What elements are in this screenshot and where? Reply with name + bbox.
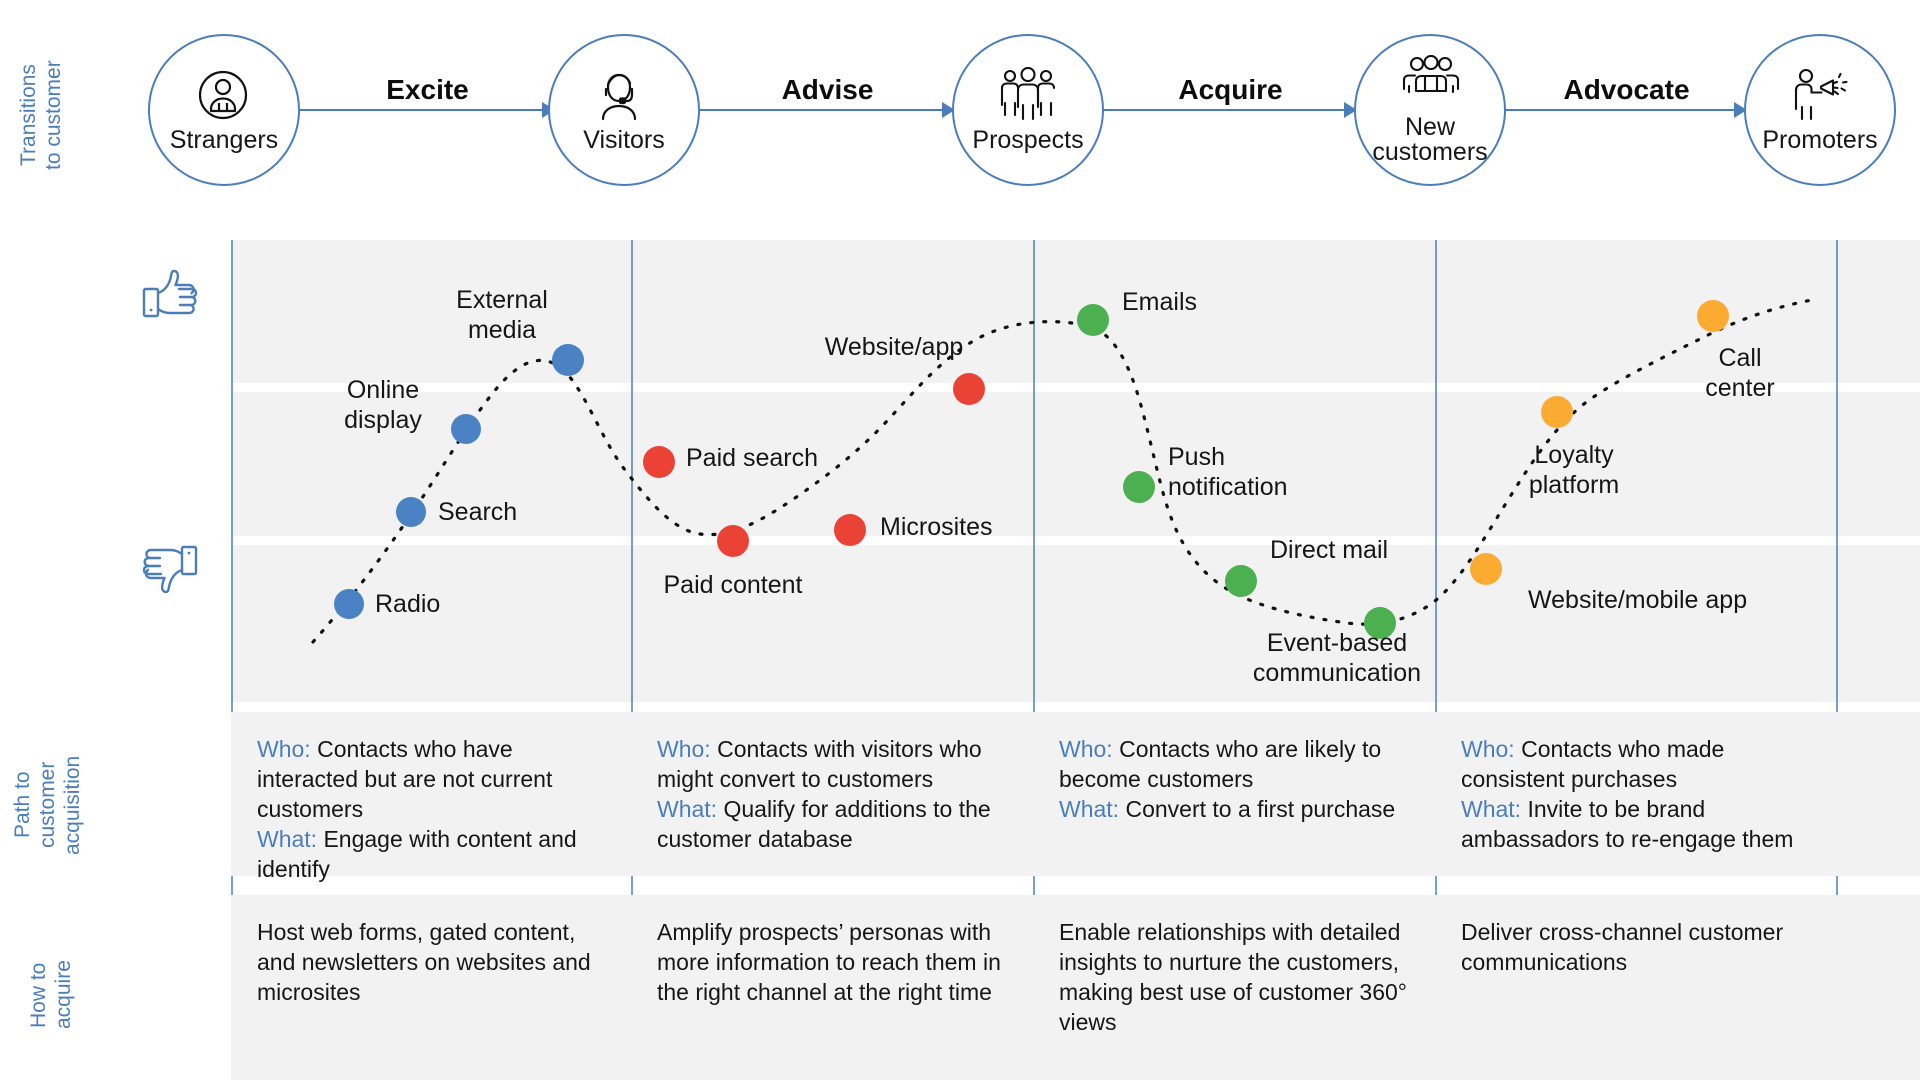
data-label-paid-search: Paid search [686, 444, 819, 472]
data-point-microsites[interactable] [834, 514, 866, 546]
data-point-push-notification[interactable] [1123, 471, 1155, 503]
who-label: Who: [1059, 736, 1113, 762]
data-point-website-mobile-app[interactable] [1470, 553, 1502, 585]
stage-label-new-customers: New customers [1372, 113, 1488, 166]
data-point-radio[interactable] [334, 589, 364, 619]
how-to-acquire-row: Host web forms, gated content, and newsl… [231, 895, 1920, 1080]
how-cell-strangers: Host web forms, gated content, and newsl… [231, 895, 631, 1080]
transition-arrow-acquire: Acquire [1104, 74, 1357, 130]
data-label-direct-mail: Direct mail [1270, 536, 1389, 564]
person-megaphone-icon [1790, 67, 1850, 125]
data-point-emails[interactable] [1077, 304, 1109, 336]
how-text: Host web forms, gated content, and newsl… [257, 919, 591, 1005]
person-headset-icon [594, 67, 654, 125]
data-label-event-based-communication: Event-based communication [1252, 629, 1422, 687]
transition-arrow-advise: Advise [700, 74, 955, 130]
stage-circle-new-customers[interactable]: New customers [1354, 34, 1506, 186]
data-label-microsites: Microsites [880, 513, 993, 541]
stage-label-promoters: Promoters [1762, 126, 1878, 154]
path-cell-visitors: Who: Contacts with visitors who might co… [631, 712, 1033, 876]
who-label: Who: [1461, 736, 1515, 762]
data-label-search: Search [438, 498, 518, 526]
row-label-path-to-customer-acquisition: Path to customer acquisition [11, 755, 84, 855]
data-point-external-media[interactable] [552, 344, 584, 376]
how-text: Enable relationships with detailed insig… [1059, 919, 1407, 1035]
data-point-search[interactable] [396, 497, 426, 527]
stage-circle-prospects[interactable]: Prospects [952, 34, 1104, 186]
how-text: Amplify prospects’ personas with more in… [657, 919, 1001, 1005]
arrow-line [1506, 109, 1734, 111]
how-text: Deliver cross-channel customer communica… [1461, 919, 1784, 975]
path-cell-new-customers: Who: Contacts who made consistent purcha… [1435, 712, 1837, 876]
data-point-paid-search[interactable] [643, 446, 675, 478]
row-label-transitions: Transitions to customer [17, 60, 65, 170]
what-label: What: [257, 826, 318, 852]
what-text: Convert to a first purchase [1119, 796, 1396, 822]
who-label: Who: [257, 736, 311, 762]
data-point-website-app[interactable] [953, 373, 985, 405]
data-label-website-mobile-app: Website/mobile app [1528, 586, 1748, 614]
data-point-direct-mail[interactable] [1225, 565, 1257, 597]
single-person-icon [194, 67, 254, 125]
transition-label-advise: Advise [781, 74, 874, 105]
path-cell-prospects: Who: Contacts who are likely to become c… [1033, 712, 1435, 876]
transition-arrow-advocate: Advocate [1506, 74, 1747, 130]
data-label-emails: Emails [1122, 288, 1198, 316]
arrow-line [1104, 109, 1344, 111]
transition-label-advocate: Advocate [1563, 74, 1690, 105]
data-point-call-center[interactable] [1697, 300, 1729, 332]
thumbs-down-icon [140, 540, 200, 603]
transition-label-acquire: Acquire [1178, 74, 1283, 105]
stage-circle-strangers[interactable]: Strangers [148, 34, 300, 186]
path-cell-strangers: Who: Contacts who have interacted but ar… [231, 712, 631, 882]
stage-label-strangers: Strangers [169, 126, 279, 154]
how-cell-prospects: Enable relationships with detailed insig… [1033, 895, 1435, 1080]
thumbs-up-icon [140, 265, 200, 328]
stage-label-visitors: Visitors [583, 126, 665, 154]
what-label: What: [657, 796, 718, 822]
stage-circle-visitors[interactable]: Visitors [548, 34, 700, 186]
data-label-loyalty-platform: Loyalty platform [1528, 441, 1620, 499]
how-cell-new-customers: Deliver cross-channel customer communica… [1435, 895, 1837, 1080]
transition-label-excite: Excite [386, 74, 469, 105]
data-label-external-media: External media [456, 286, 548, 344]
stage-circle-promoters[interactable]: Promoters [1744, 34, 1896, 186]
band-separator [231, 536, 1920, 545]
data-label-call-center: Call center [1705, 344, 1775, 402]
group-of-people-icon [1400, 54, 1460, 113]
what-label: What: [1059, 796, 1120, 822]
data-point-online-display[interactable] [451, 414, 481, 444]
who-label: Who: [657, 736, 711, 762]
path-to-customer-acquisition-row: Who: Contacts who have interacted but ar… [231, 712, 1920, 882]
data-point-paid-content[interactable] [717, 525, 749, 557]
data-point-loyalty-platform[interactable] [1541, 396, 1573, 428]
band-separator [231, 383, 1920, 392]
row-label-how-to-acquire: How to acquire [27, 960, 75, 1030]
three-people-standing-icon [998, 66, 1058, 125]
data-label-paid-content: Paid content [663, 571, 803, 599]
data-label-radio: Radio [375, 590, 441, 618]
data-label-website-app: Website/app [824, 333, 964, 361]
what-label: What: [1461, 796, 1522, 822]
data-label-online-display: Online display [344, 376, 422, 434]
stage-label-prospects: Prospects [972, 126, 1084, 154]
arrow-line [700, 109, 942, 111]
transition-arrow-excite: Excite [300, 74, 555, 130]
how-cell-visitors: Amplify prospects’ personas with more in… [631, 895, 1033, 1080]
arrow-line [300, 109, 542, 111]
data-label-push-notification: Push notification [1168, 443, 1288, 501]
